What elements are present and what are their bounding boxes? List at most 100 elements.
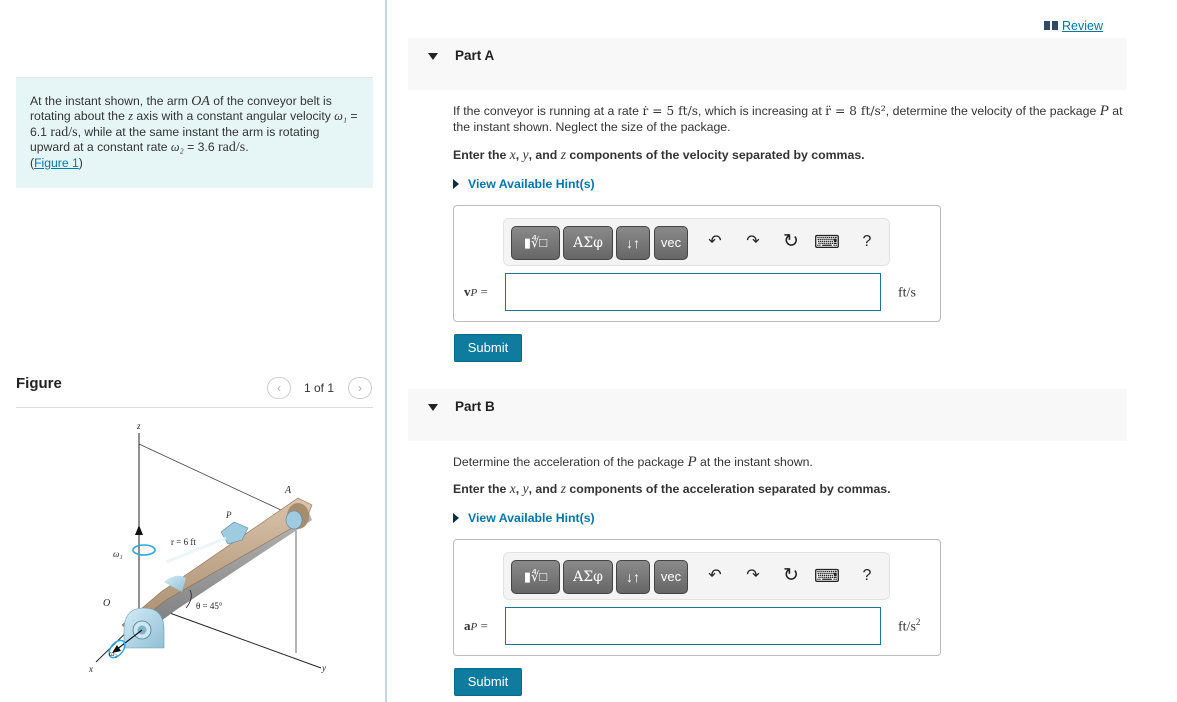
- figure-pager: 1 of 1: [304, 381, 335, 395]
- templates-icon: ▮∜□: [523, 235, 548, 250]
- paren: ): [78, 155, 83, 170]
- part-b-hint-toggle[interactable]: View Available Hint(s): [453, 511, 595, 525]
- question-text: , which is increasing at: [698, 104, 826, 118]
- reset-icon: ↻: [783, 565, 799, 586]
- reset-button[interactable]: ↻: [778, 229, 804, 255]
- templates-button[interactable]: ▮∜□: [511, 560, 560, 594]
- arrows-icon: ↓↑: [626, 235, 640, 251]
- redo-icon: ↷: [746, 567, 760, 584]
- part-b-question: Determine the acceleration of the packag…: [453, 454, 1123, 470]
- instruction-text: Enter the: [453, 148, 510, 162]
- sep: , and: [528, 482, 561, 496]
- label-o: O: [103, 598, 110, 609]
- chevron-left-icon: ‹: [277, 381, 281, 395]
- equals: =: [477, 618, 488, 633]
- omega2-value: = 3.6: [183, 140, 218, 155]
- part-b-submit-button[interactable]: Submit: [454, 668, 522, 696]
- keyboard-button[interactable]: ⌨: [814, 563, 840, 589]
- arrows-icon: ↓↑: [626, 569, 640, 585]
- problem-text: At the instant shown, the arm: [30, 94, 192, 108]
- keyboard-button[interactable]: ⌨: [814, 229, 840, 255]
- part-b-answer-box: ▮∜□ ΑΣφ ↓↑ vec ↶ ↷ ↻ ⌨ ? aP = ft/s2: [453, 539, 941, 656]
- sep: ,: [515, 148, 523, 162]
- undo-button[interactable]: ↶: [702, 229, 728, 255]
- left-panel: At the instant shown, the arm OA of the …: [0, 0, 386, 702]
- keyboard-icon: ⌨: [814, 232, 840, 252]
- panel-divider[interactable]: [385, 0, 387, 702]
- collapse-triangle-icon: [428, 53, 438, 60]
- omega2-unit: rad/s: [217, 140, 246, 156]
- templates-icon: ▮∜□: [523, 569, 548, 584]
- acceleration-unit: ft/s2: [898, 617, 920, 636]
- vec-icon: vec: [660, 235, 682, 250]
- velocity-answer-input[interactable]: [505, 273, 881, 311]
- greek-icon: ΑΣφ: [573, 235, 603, 251]
- math-toolbar: ▮∜□ ΑΣφ ↓↑ vec ↶ ↷ ↻ ⌨ ?: [503, 552, 890, 600]
- label-r: r = 6 ft: [171, 537, 196, 547]
- omega1-unit: rad/s: [50, 124, 78, 140]
- part-b-header[interactable]: Part B: [408, 389, 1127, 441]
- roller-cap: [285, 510, 303, 530]
- label-omega2: ω₂: [109, 649, 118, 658]
- sep: , and: [528, 148, 561, 162]
- problem-text: .: [245, 140, 249, 155]
- question-text: , determine the velocity of the package: [885, 104, 1100, 118]
- redo-icon: ↷: [746, 233, 760, 250]
- help-icon: ?: [862, 233, 872, 250]
- chevron-right-icon: ›: [358, 381, 362, 395]
- vec-icon: vec: [660, 569, 682, 584]
- instruction-text: Enter the: [453, 482, 510, 496]
- reset-icon: ↻: [783, 231, 799, 252]
- figure-header: Figure ‹ 1 of 1 ›: [16, 372, 373, 408]
- figure-link[interactable]: Figure 1: [34, 156, 79, 170]
- question-text: Determine the acceleration of the packag…: [453, 455, 688, 469]
- part-a-hint-toggle[interactable]: View Available Hint(s): [453, 177, 595, 191]
- greek-symbols-button[interactable]: ΑΣφ: [563, 226, 613, 260]
- collapse-triangle-icon: [428, 404, 438, 411]
- sep: ,: [515, 482, 523, 496]
- vector-button[interactable]: vec: [654, 560, 688, 594]
- next-figure-button[interactable]: ›: [348, 377, 372, 399]
- help-icon: ?: [862, 567, 872, 584]
- instruction-text: components of the velocity separated by …: [565, 148, 865, 162]
- question-text: If the conveyor is running at a rate: [453, 104, 643, 118]
- undo-button[interactable]: ↶: [702, 563, 728, 589]
- redo-button[interactable]: ↷: [740, 563, 766, 589]
- package-symbol: P: [687, 454, 697, 470]
- omega1-symbol: ω₁: [334, 109, 348, 124]
- instruction-text: components of the acceleration separated…: [565, 482, 891, 496]
- keyboard-icon: ⌨: [814, 566, 840, 586]
- unit-sup: 2: [915, 617, 921, 627]
- acceleration-answer-input[interactable]: [505, 607, 881, 645]
- book-icon: [1044, 21, 1058, 30]
- prev-figure-button[interactable]: ‹: [267, 377, 291, 399]
- omega1-rotation-icon: [132, 544, 156, 556]
- review-link[interactable]: Review: [1044, 19, 1103, 33]
- greek-symbols-button[interactable]: ΑΣφ: [563, 560, 613, 594]
- unit-text: ft/s: [898, 285, 916, 301]
- conveyor-diagram: z A P r = 6 ft ω₁ O θ = 45° ω₂ x y: [88, 421, 326, 674]
- part-a-instruction: Enter the x, y, and z components of the …: [453, 147, 865, 163]
- label-omega1: ω₁: [113, 549, 122, 559]
- reset-button[interactable]: ↻: [778, 563, 804, 589]
- hint-label: View Available Hint(s): [468, 511, 595, 525]
- redo-button[interactable]: ↷: [740, 229, 766, 255]
- construction-line: [138, 443, 297, 518]
- caret-right-icon: [453, 179, 459, 189]
- help-button[interactable]: ?: [854, 229, 880, 255]
- arrows-button[interactable]: ↓↑: [616, 226, 650, 260]
- figure-image: z A P r = 6 ft ω₁ O θ = 45° ω₂ x y: [16, 410, 373, 700]
- rdot-value: ṙ = 5 ft/s: [642, 104, 699, 118]
- part-b-title: Part B: [455, 399, 495, 414]
- help-button[interactable]: ?: [854, 563, 880, 589]
- omega2-symbol: ω₂: [170, 140, 184, 155]
- problem-statement: At the instant shown, the arm OA of the …: [16, 77, 373, 188]
- templates-button[interactable]: ▮∜□: [511, 226, 560, 260]
- part-b-instruction: Enter the x, y, and z components of the …: [453, 481, 891, 497]
- part-a-submit-button[interactable]: Submit: [454, 334, 522, 362]
- figure-title: Figure: [16, 375, 62, 392]
- vector-button[interactable]: vec: [654, 226, 688, 260]
- part-a-header[interactable]: Part A: [408, 38, 1127, 90]
- caret-right-icon: [453, 513, 459, 523]
- arrows-button[interactable]: ↓↑: [616, 560, 650, 594]
